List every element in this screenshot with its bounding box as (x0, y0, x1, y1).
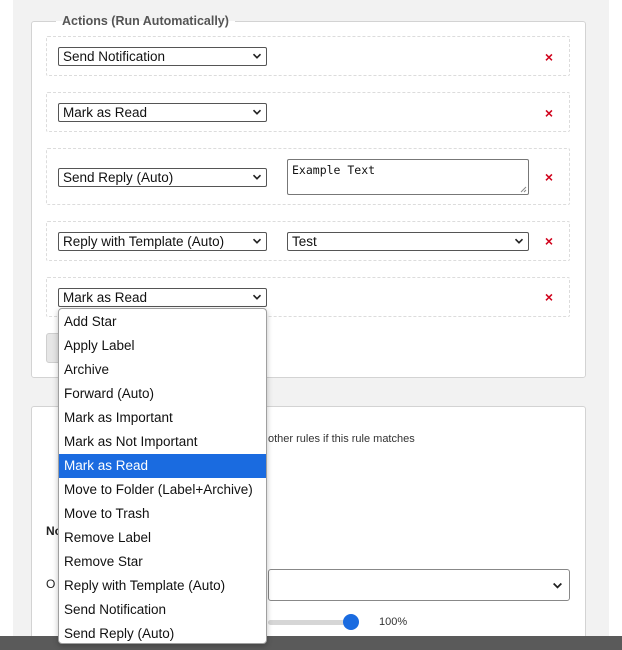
slider-thumb[interactable] (343, 614, 359, 630)
dropdown-option[interactable]: Mark as Read (59, 454, 266, 478)
chevron-down-icon (514, 238, 524, 244)
dropdown-option[interactable]: Send Notification (59, 598, 266, 622)
reply-text-area[interactable]: Example Text (287, 159, 529, 195)
actions-legend: Actions (Run Automatically) (62, 14, 229, 28)
dropdown-option[interactable]: Archive (59, 358, 266, 382)
dropdown-option[interactable]: Send Reply (Auto) (59, 622, 266, 643)
resize-grip-icon[interactable] (519, 185, 527, 193)
template-select[interactable]: Test (287, 232, 529, 251)
remove-action-button[interactable]: × (542, 290, 556, 304)
dropdown-option[interactable]: Add Star (59, 310, 266, 334)
dropdown-option[interactable]: Mark as Important (59, 406, 266, 430)
action-select[interactable]: Mark as Read (58, 103, 267, 122)
remove-action-button[interactable]: × (542, 170, 556, 184)
template-select-value: Test (292, 234, 317, 249)
action-select-value: Mark as Read (63, 105, 148, 120)
action-select-value: Send Notification (63, 49, 166, 64)
chevron-down-icon (252, 174, 262, 180)
dropdown-option[interactable]: Forward (Auto) (59, 382, 266, 406)
action-select-open[interactable]: Mark as Read (58, 288, 267, 307)
action-select[interactable]: Reply with Template (Auto) (58, 232, 267, 251)
chevron-down-icon (252, 238, 262, 244)
dropdown-option[interactable]: Remove Label (59, 526, 266, 550)
dropdown-option[interactable]: Remove Star (59, 550, 266, 574)
action-select-value: Mark as Read (63, 290, 148, 305)
chevron-down-icon (252, 294, 262, 300)
stop-processing-label: other rules if this rule matches (268, 433, 415, 445)
action-select[interactable]: Send Notification (58, 47, 267, 66)
dropdown-option[interactable]: Mark as Not Important (59, 430, 266, 454)
chevron-down-icon (252, 109, 262, 115)
slider-value: 100% (379, 616, 408, 628)
slider-track[interactable] (268, 620, 354, 625)
dropdown-option[interactable]: Reply with Template (Auto) (59, 574, 266, 598)
settings-select[interactable] (268, 569, 570, 601)
dropdown-option[interactable]: Move to Folder (Label+Archive) (59, 478, 266, 502)
remove-action-button[interactable]: × (542, 234, 556, 248)
chevron-down-icon (252, 53, 262, 59)
dropdown-option[interactable]: Apply Label (59, 334, 266, 358)
field-label: O (46, 577, 56, 591)
action-dropdown-list[interactable]: Add Star Apply Label Archive Forward (Auto)… (58, 308, 267, 644)
reply-text-value: Example Text (292, 163, 376, 177)
chevron-down-icon (553, 582, 562, 589)
action-select-value: Send Reply (Auto) (63, 170, 174, 185)
remove-action-button[interactable]: × (542, 106, 556, 120)
action-select-value: Reply with Template (Auto) (63, 234, 225, 249)
remove-action-button[interactable]: × (542, 50, 556, 64)
action-select[interactable]: Send Reply (Auto) (58, 168, 267, 187)
dropdown-option[interactable]: Move to Trash (59, 502, 266, 526)
